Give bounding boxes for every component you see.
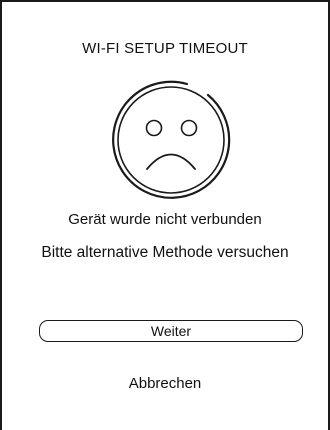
cancel-button[interactable]: Abbrechen: [2, 375, 328, 392]
sad-face-icon: [112, 80, 231, 199]
page-title: WI-FI SETUP TIMEOUT: [82, 40, 248, 57]
wifi-timeout-screen: WI-FI SETUP TIMEOUT Gerät wurde nicht ve…: [0, 0, 330, 430]
status-message: Gerät wurde nicht verbunden: [68, 211, 262, 228]
continue-button[interactable]: Weiter: [39, 320, 303, 342]
instruction-message: Bitte alternative Methode versuchen: [41, 244, 289, 261]
